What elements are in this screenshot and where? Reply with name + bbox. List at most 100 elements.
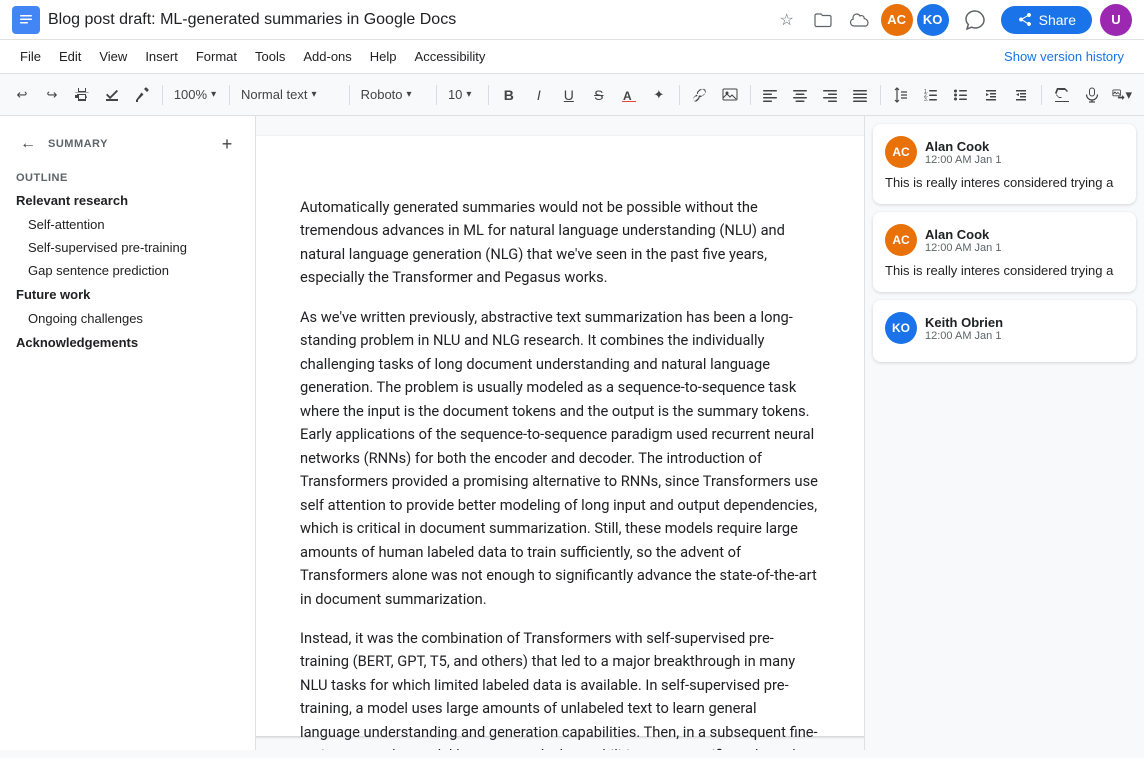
link-button[interactable] — [686, 81, 714, 109]
svg-text:3.: 3. — [924, 97, 928, 103]
menu-bar: File Edit View Insert Format Tools Add-o… — [0, 40, 1144, 74]
document-area: Automatically generated summaries would … — [256, 116, 864, 750]
separator-7 — [750, 85, 751, 105]
comment-header-3: KO Keith Obrien 12:00 AM Jan 1 — [885, 312, 1124, 344]
align-center-button[interactable] — [786, 81, 814, 109]
comment-time-3: 12:00 AM Jan 1 — [925, 330, 1003, 342]
paint-format-button[interactable] — [128, 81, 156, 109]
outline-item-ongoing-challenges[interactable]: Ongoing challenges — [0, 307, 255, 330]
back-button[interactable]: ← — [16, 132, 40, 156]
align-left-button[interactable] — [756, 81, 784, 109]
outline-label: OUTLINE — [0, 164, 255, 188]
avatar-keith[interactable]: KO — [917, 4, 949, 36]
outline-item-acknowledgements[interactable]: Acknowledgements — [0, 330, 255, 355]
highlight-button[interactable]: ✦ — [645, 81, 673, 109]
bold-button[interactable]: B — [495, 81, 523, 109]
menu-view[interactable]: View — [91, 45, 135, 68]
outline-item-relevant-research[interactable]: Relevant research — [0, 188, 255, 213]
add-summary-button[interactable]: + — [215, 132, 239, 156]
title-bar: Blog post draft: ML-generated summaries … — [0, 0, 1144, 40]
svg-text:A: A — [623, 89, 632, 102]
indent-increase-button[interactable] — [1007, 81, 1035, 109]
image-options-button[interactable]: ▾ — [1108, 81, 1136, 109]
separator-3 — [349, 85, 350, 105]
strikethrough-button[interactable]: S — [585, 81, 613, 109]
comment-card-1[interactable]: AC Alan Cook 12:00 AM Jan 1 This is real… — [873, 124, 1136, 204]
menu-addons[interactable]: Add-ons — [295, 45, 359, 68]
separator-5 — [488, 85, 489, 105]
menu-help[interactable]: Help — [362, 45, 405, 68]
font-size-select[interactable]: 10 ▾ — [443, 81, 482, 109]
cloud-icon[interactable] — [845, 6, 873, 34]
toolbar: ↩ ↪ 100% ▾ Normal text ▾ Roboto ▾ 10 ▾ B… — [0, 74, 1144, 116]
comment-card-3[interactable]: KO Keith Obrien 12:00 AM Jan 1 — [873, 300, 1136, 362]
version-history-link[interactable]: Show version history — [996, 45, 1132, 68]
document-page[interactable]: Automatically generated summaries would … — [256, 136, 864, 736]
comment-avatar-3: KO — [885, 312, 917, 344]
comment-author-3: Keith Obrien — [925, 315, 1003, 330]
outline-item-future-work[interactable]: Future work — [0, 282, 255, 307]
comment-time-2: 12:00 AM Jan 1 — [925, 242, 1001, 254]
comments-panel: AC Alan Cook 12:00 AM Jan 1 This is real… — [864, 116, 1144, 750]
separator-2 — [229, 85, 230, 105]
comment-text-2: This is really interes considered trying… — [885, 262, 1124, 280]
text-style-select[interactable]: Normal text ▾ — [236, 81, 343, 109]
line-spacing-button[interactable] — [887, 81, 915, 109]
paragraph-3: Instead, it was the combination of Trans… — [300, 627, 820, 750]
indent-decrease-button[interactable] — [977, 81, 1005, 109]
menu-insert[interactable]: Insert — [137, 45, 186, 68]
document-title: Blog post draft: ML-generated summaries … — [48, 11, 765, 29]
doc-app-icon — [12, 6, 40, 34]
outline-item-self-attention[interactable]: Self-attention — [0, 213, 255, 236]
image-button[interactable] — [716, 81, 744, 109]
share-button[interactable]: Share — [1001, 6, 1092, 34]
zoom-select[interactable]: 100% ▾ — [169, 81, 223, 109]
underline-button[interactable]: U — [555, 81, 583, 109]
separator-4 — [436, 85, 437, 105]
comment-icon-btn[interactable] — [957, 2, 993, 38]
avatar-alan[interactable]: AC — [881, 4, 913, 36]
menu-tools[interactable]: Tools — [247, 45, 293, 68]
outline-item-self-supervised[interactable]: Self-supervised pre-training — [0, 236, 255, 259]
comment-avatar-2: AC — [885, 224, 917, 256]
menu-accessibility[interactable]: Accessibility — [407, 45, 494, 68]
separator-8 — [880, 85, 881, 105]
clear-formatting-button[interactable] — [1048, 81, 1076, 109]
menu-file[interactable]: File — [12, 45, 49, 68]
italic-button[interactable]: I — [525, 81, 553, 109]
zoom-arrow: ▾ — [211, 89, 216, 100]
collaborator-avatars: AC KO — [881, 4, 949, 36]
font-family-select[interactable]: Roboto ▾ — [356, 81, 431, 109]
comment-time-1: 12:00 AM Jan 1 — [925, 154, 1001, 166]
comment-card-2[interactable]: AC Alan Cook 12:00 AM Jan 1 This is real… — [873, 212, 1136, 292]
paragraph-1: Automatically generated summaries would … — [300, 196, 820, 290]
font-arrow: ▾ — [407, 89, 412, 100]
align-right-button[interactable] — [816, 81, 844, 109]
numbered-list-button[interactable]: 1.2.3. — [917, 81, 945, 109]
text-color-button[interactable]: A — [615, 81, 643, 109]
comment-author-2: Alan Cook — [925, 227, 1001, 242]
sidebar-summary-header: ← SUMMARY + — [0, 128, 255, 164]
print-button[interactable] — [68, 81, 96, 109]
comment-text-1: This is really interes considered trying… — [885, 174, 1124, 192]
align-justify-button[interactable] — [846, 81, 874, 109]
undo-button[interactable]: ↩ — [8, 81, 36, 109]
comment-avatar-1: AC — [885, 136, 917, 168]
outline-item-gap-sentence[interactable]: Gap sentence prediction — [0, 259, 255, 282]
paragraph-2: As we've written previously, abstractive… — [300, 306, 820, 611]
bullet-list-button[interactable] — [947, 81, 975, 109]
menu-format[interactable]: Format — [188, 45, 245, 68]
sidebar: ← SUMMARY + OUTLINE Relevant research Se… — [0, 116, 256, 750]
menu-edit[interactable]: Edit — [51, 45, 89, 68]
separator-9 — [1041, 85, 1042, 105]
summary-label: SUMMARY — [48, 138, 207, 150]
text-style-arrow: ▾ — [311, 89, 316, 100]
main-layout: ← SUMMARY + OUTLINE Relevant research Se… — [0, 116, 1144, 750]
star-icon[interactable]: ☆ — [773, 6, 801, 34]
user-avatar[interactable]: U — [1100, 4, 1132, 36]
redo-button[interactable]: ↪ — [38, 81, 66, 109]
spellcheck-button[interactable] — [98, 81, 126, 109]
voice-button[interactable] — [1078, 81, 1106, 109]
folder-icon[interactable] — [809, 6, 837, 34]
comment-author-1: Alan Cook — [925, 139, 1001, 154]
